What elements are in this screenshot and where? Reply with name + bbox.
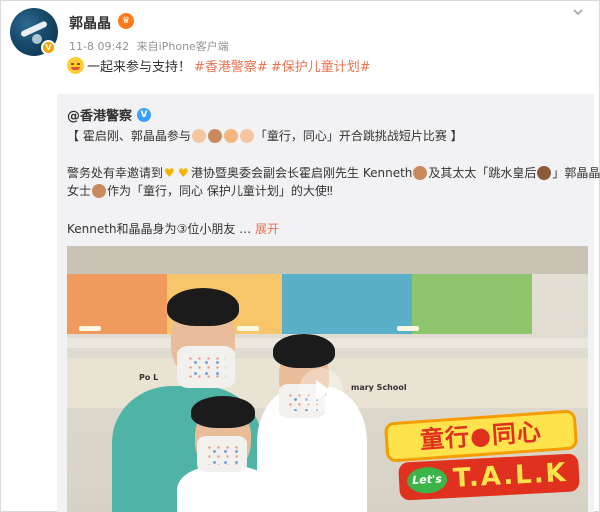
school-sign-text-left: Po L (139, 373, 159, 382)
post-text: 一起来参与支持！ #香港警察# #保护儿童计划# (67, 56, 371, 75)
chevron-down-icon[interactable] (571, 5, 585, 19)
clap-hands-icon (92, 183, 107, 198)
repost-line-3: 女士 作为「童行，同心 保护儿童计划」的大使‼ (67, 182, 333, 199)
repost-line-2-d: 」郭晶晶 (552, 166, 600, 180)
boy-face-icon (223, 128, 238, 143)
woman-face-icon (207, 128, 222, 143)
school-sign-text-right: mary School (351, 383, 407, 392)
man-mask (177, 346, 235, 388)
man-hair (167, 288, 239, 326)
weibo-post-card: V 郭晶晶 ♛ 11-8 09:42 来自iPhone客户端 一起来参与支持！ … (0, 0, 600, 512)
post-timestamp[interactable]: 11-8 09:42 (69, 40, 129, 53)
repost-line-3-b: 作为「童行，同心 保护儿童计划」的大使‼ (107, 184, 333, 198)
child-mask (197, 436, 247, 472)
unfold-link[interactable]: 展开 (255, 220, 279, 237)
repost-author-name[interactable]: @香港警察 (67, 105, 132, 124)
video-lamp (397, 326, 419, 331)
video-wall-panel (282, 274, 412, 334)
video-player[interactable]: Po L mary School 童行●同心 Let's T.A.L.K (67, 246, 588, 512)
post-body: 一起来参与支持！ (87, 60, 192, 75)
source-prefix: 来自 (136, 40, 159, 53)
hashtag-hk-police[interactable]: #香港警察# (194, 56, 268, 75)
flame-badge-icon: ♛ (118, 13, 134, 29)
video-lamp (79, 326, 101, 331)
repost-line-4-num: ③ (176, 221, 188, 236)
verified-badge-icon: V (41, 40, 56, 55)
woman-hair (273, 334, 335, 368)
username[interactable]: 郭晶晶 (69, 13, 111, 33)
video-wall-panel (412, 274, 532, 334)
child-hair (191, 396, 255, 428)
clap-hands-icon (413, 165, 428, 180)
repost-line-4: Kenneth和晶晶身为 ③ 位小朋友 … 展开 (67, 220, 279, 237)
repost-line-4-a: Kenneth和晶晶身为 (67, 222, 177, 236)
logo-talk: T.A.L.K (452, 457, 569, 494)
repost-line-1-a: 【 霍启刚、郭晶晶参与 (67, 129, 191, 143)
child-shirt (177, 466, 273, 512)
repost-author[interactable]: @香港警察 V (67, 105, 152, 124)
yellow-heart-icon: ♥ (178, 165, 189, 180)
yellow-heart-icon: ♥ (164, 165, 175, 180)
video-ceiling (67, 246, 588, 274)
grin-emoji-icon (67, 57, 84, 74)
woman-diver-icon (537, 165, 552, 180)
repost-line-4-b: 位小朋友 … (187, 222, 252, 236)
repost-line-2-a: 警务处有幸邀请到 (67, 166, 164, 180)
logo-talk-banner: Let's T.A.L.K (398, 453, 580, 501)
logo-lets: Let's (406, 466, 448, 495)
repost-line-3-a: 女士 (67, 184, 92, 198)
hashtag-child-protection[interactable]: #保护儿童计划# (271, 56, 371, 75)
repost-line-1: 【 霍启刚、郭晶晶参与 「童行，同心」开合跳挑战短片比赛 】 (67, 127, 463, 144)
campaign-logo: 童行●同心 Let's T.A.L.K (383, 409, 585, 501)
play-icon[interactable] (299, 368, 343, 412)
baby-face-icon (191, 128, 206, 143)
blue-verified-icon: V (137, 107, 152, 122)
repost-line-2: 警务处有幸邀请到 ♥ ♥ 港协暨奥委会副会长霍启刚先生 Kenneth 及其太太… (67, 164, 600, 181)
avatar-splash-shape (32, 34, 42, 44)
man-face-icon (239, 128, 254, 143)
repost-line-1-b: 「童行，同心」开合跳挑战短片比赛 】 (254, 129, 463, 143)
post-meta: 11-8 09:42 来自iPhone客户端 (69, 38, 233, 54)
post-source: iPhone客户端 (158, 40, 229, 53)
video-lamp (237, 326, 259, 331)
repost-block[interactable]: @香港警察 V 【 霍启刚、郭晶晶参与 「童行，同心」开合跳挑战短片比赛 】 警… (57, 94, 600, 512)
repost-line-2-b: 港协暨奥委会副会长霍启刚先生 Kenneth (191, 166, 413, 180)
video-wall-panel (67, 274, 167, 334)
repost-line-2-c: 及其太太「跳水皇后 (428, 166, 537, 180)
